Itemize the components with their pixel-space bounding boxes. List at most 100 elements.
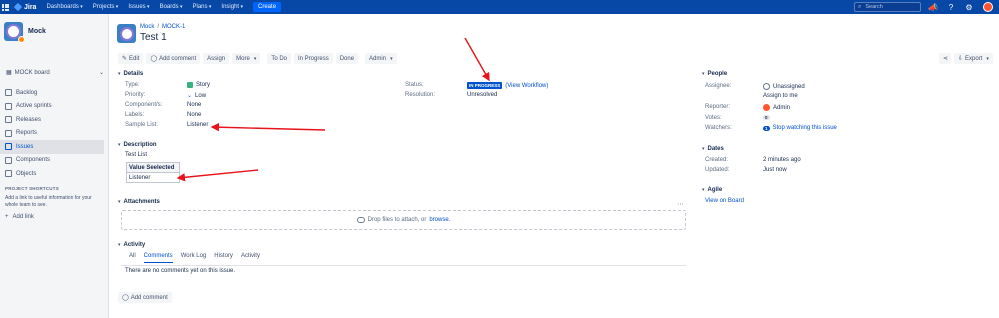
sidebar-item-backlog[interactable]: Backlog [0, 86, 108, 100]
nav-issues[interactable]: Issues [128, 4, 149, 10]
issue-view: Mock / MOCK-1 Test 1 ✎ Edit ◯ Add comment As… [110, 14, 999, 318]
nav-projects[interactable]: Projects [93, 4, 119, 10]
in-progress-button[interactable]: In Progress [294, 53, 333, 64]
people-section-toggle[interactable]: People [702, 71, 728, 77]
create-button[interactable]: Create [253, 2, 282, 12]
reporter-label: Reporter: [705, 104, 731, 110]
issues-icon [5, 143, 12, 151]
top-navigation-bar: Jira Dashboards Projects Issues Boards P… [0, 0, 999, 14]
nav-boards[interactable]: Boards [160, 4, 183, 10]
type-value: Story [187, 82, 210, 88]
description-section-toggle[interactable]: Description [118, 142, 157, 148]
backlog-icon [5, 89, 12, 97]
nav-dashboards[interactable]: Dashboards [46, 4, 82, 10]
breadcrumb-issue-key-link[interactable]: MOCK-1 [162, 24, 185, 30]
attachments-section-toggle[interactable]: Attachments [118, 199, 160, 205]
reporter-value[interactable]: Admin [763, 104, 790, 111]
megaphone-icon[interactable]: 📣 [928, 2, 938, 12]
board-selector[interactable]: ▦ MOCK board ⌄ [6, 69, 104, 77]
share-button[interactable]: ⋖ [939, 53, 951, 64]
export-icon: ⇩ [958, 56, 964, 62]
agile-section-toggle[interactable]: Agile [702, 187, 723, 193]
view-workflow-link[interactable]: (View Workflow) [505, 83, 548, 89]
tab-all[interactable]: All [129, 253, 136, 263]
sprint-icon [5, 102, 12, 110]
assignee-value[interactable]: Unassigned [763, 83, 805, 90]
todo-button[interactable]: To Do [267, 53, 292, 64]
reporter-avatar [763, 104, 770, 111]
tab-work-log[interactable]: Work Log [181, 253, 207, 263]
stop-watching-link[interactable]: Stop watching this issue [773, 125, 837, 131]
sidebar-item-issues[interactable]: Issues [0, 140, 104, 154]
empty-comments-message: There are no comments yet on this issue. [125, 268, 236, 274]
status-badge: IN PROGRESS [467, 82, 503, 89]
project-avatar [4, 22, 25, 43]
search-icon: ⌕ [858, 3, 862, 10]
admin-button[interactable]: Admin [365, 53, 397, 64]
tab-history[interactable]: History [214, 253, 233, 263]
export-button[interactable]: ⇩ Export [954, 53, 993, 64]
assign-button[interactable]: Assign [203, 53, 230, 64]
add-link-button[interactable]: + Add link [5, 214, 105, 220]
tab-activity[interactable]: Activity [241, 253, 260, 263]
comment-icon: ◯ [122, 295, 129, 301]
attachment-dropzone[interactable]: Drop files to attach, or browse. [121, 210, 686, 230]
components-value: None [187, 102, 202, 108]
done-button[interactable]: Done [335, 53, 359, 64]
created-label: Created: [705, 157, 729, 163]
sample-list-value[interactable]: Listener [187, 122, 208, 128]
project-header[interactable]: Mock [4, 22, 46, 43]
assign-to-me-link[interactable]: Assign to me [763, 93, 798, 99]
story-icon [187, 82, 193, 88]
project-shortcuts: PROJECT SHORTCUTS Add a link to useful i… [5, 186, 105, 220]
details-section-toggle[interactable]: Details [118, 71, 144, 77]
type-label: Type: [125, 82, 140, 88]
watchers-count-badge[interactable]: 1 [763, 125, 770, 131]
activity-section-toggle[interactable]: Activity [118, 242, 146, 248]
share-icon: ⋖ [943, 56, 949, 62]
status-value: IN PROGRESS (View Workflow) [467, 82, 548, 89]
page-title[interactable]: Test 1 [140, 32, 167, 43]
description-text[interactable]: Test List [125, 152, 147, 158]
app-switcher-icon[interactable] [2, 3, 9, 11]
jira-logo-icon [13, 2, 23, 12]
dates-section-toggle[interactable]: Dates [702, 146, 724, 152]
jira-logo[interactable]: Jira [13, 2, 36, 12]
breadcrumb-project-link[interactable]: Mock [140, 24, 154, 30]
sidebar-item-releases[interactable]: Releases [0, 113, 108, 127]
more-button[interactable]: More [232, 53, 261, 64]
pencil-icon: ✎ [122, 56, 128, 62]
priority-value: ⌄ Low [187, 92, 207, 100]
view-on-board-link[interactable]: View on Board [705, 198, 744, 204]
nav-insight[interactable]: Insight [221, 4, 243, 10]
upload-cloud-icon [356, 217, 365, 223]
help-icon[interactable]: ? [946, 2, 956, 12]
add-comment-bottom-button[interactable]: ◯ Add comment [118, 292, 172, 303]
tabs-divider [121, 265, 686, 266]
edit-button[interactable]: ✎ Edit [118, 53, 144, 64]
labels-label: Labels: [125, 112, 145, 118]
updated-label: Updated: [705, 167, 730, 173]
project-name: Mock [28, 28, 46, 35]
sidebar-item-components[interactable]: Components [0, 154, 108, 168]
priority-low-icon: ⌄ [187, 93, 193, 99]
more-options-icon[interactable]: ⋯ [677, 200, 684, 208]
shortcuts-text: Add a link to useful information for you… [5, 195, 92, 208]
sidebar-item-objects[interactable]: Objects [0, 167, 108, 181]
nav-plans[interactable]: Plans [193, 4, 212, 10]
ship-icon [5, 116, 12, 124]
component-icon [5, 156, 12, 164]
add-comment-button[interactable]: ◯ Add comment [146, 53, 201, 64]
status-label: Status: [405, 82, 424, 88]
browse-link[interactable]: browse. [429, 217, 450, 223]
tab-comments[interactable]: Comments [143, 253, 173, 263]
gear-icon[interactable]: ⚙ [964, 2, 974, 12]
votes-value[interactable]: 0 [763, 115, 770, 120]
search-input[interactable]: ⌕ Search [854, 2, 921, 12]
sidebar-item-reports[interactable]: Reports [0, 127, 108, 141]
user-avatar[interactable] [983, 2, 993, 12]
sample-list-label: Sample List: [125, 122, 159, 128]
sidebar-item-active-sprints[interactable]: Active sprints [0, 100, 108, 114]
components-label: Component/s: [125, 102, 163, 108]
labels-value: None [187, 112, 202, 118]
